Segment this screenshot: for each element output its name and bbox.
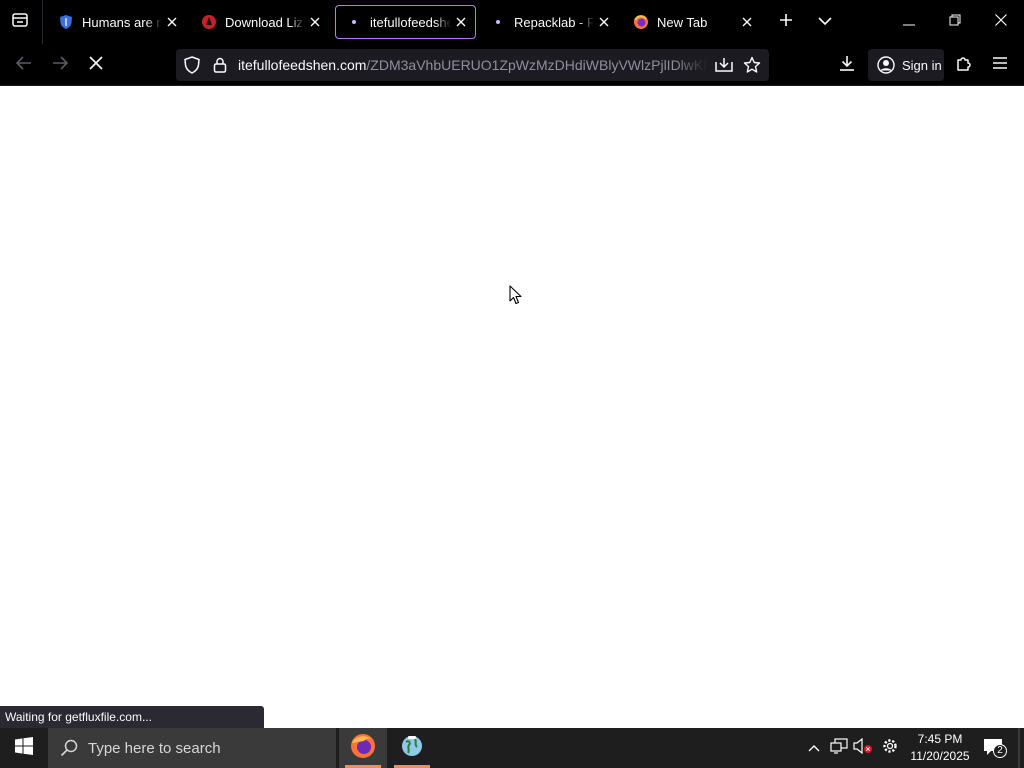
tab-strip-separator: [42, 0, 43, 44]
status-panel: Waiting for getfluxfile.com...: [0, 706, 264, 728]
puzzle-piece-icon: [955, 54, 973, 77]
globe-app-icon: [400, 734, 424, 763]
extensions-button[interactable]: [950, 51, 978, 79]
gear-icon: [881, 737, 899, 760]
loading-dot-icon: [490, 14, 506, 30]
back-button[interactable]: [10, 51, 38, 79]
forward-arrow-icon: [52, 55, 69, 75]
tab-title: Download Lizard: [225, 14, 305, 30]
show-hidden-icons-button[interactable]: [804, 728, 824, 768]
downloads-button[interactable]: [833, 51, 861, 79]
mouse-pointer-icon: [509, 285, 522, 305]
url-path: /ZDM3aVhbUERUO1ZpWzMzDHdiWBlyVWlzPjlIDlw…: [366, 57, 708, 73]
tab-title: itefullofeedshen: [370, 14, 451, 30]
hamburger-menu-icon: [992, 56, 1008, 75]
taskbar-clock[interactable]: 7:45 PM 11/20/2025: [906, 731, 974, 765]
sign-in-button[interactable]: Sign in: [868, 49, 944, 81]
shield-favicon-icon: [58, 14, 74, 30]
app-menu-button[interactable]: [986, 51, 1014, 79]
close-tab-icon[interactable]: [737, 12, 757, 32]
tab-new-tab[interactable]: New Tab: [623, 5, 761, 39]
volume-tray-button[interactable]: [852, 728, 874, 768]
tracking-protection-shield-icon[interactable]: [182, 55, 202, 75]
search-icon: [60, 739, 78, 757]
restore-icon: [949, 13, 961, 31]
firefox-view-button[interactable]: [6, 8, 34, 36]
restore-button[interactable]: [932, 0, 978, 44]
minimize-icon: [903, 13, 915, 31]
close-tab-icon[interactable]: [162, 12, 182, 32]
url-domain: itefullofeedshen.com: [238, 57, 367, 73]
minimize-button[interactable]: [886, 0, 932, 44]
start-button[interactable]: [0, 728, 48, 768]
close-window-button[interactable]: [978, 0, 1024, 44]
install-page-icon[interactable]: [714, 55, 734, 75]
plus-icon: [779, 13, 793, 32]
show-desktop-button[interactable]: [1018, 728, 1020, 768]
network-tray-button[interactable]: [828, 728, 850, 768]
stop-button[interactable]: [82, 51, 110, 79]
stop-icon: [89, 55, 103, 75]
notification-icon: 2: [983, 737, 1007, 759]
chevron-up-icon: [808, 739, 820, 757]
close-icon: [995, 13, 1007, 31]
tab-itefullofeedshen[interactable]: itefullofeedshen: [335, 5, 476, 39]
loading-dot-icon: [346, 14, 362, 30]
volume-muted-icon: [853, 737, 873, 759]
page-content[interactable]: Waiting for getfluxfile.com...: [0, 87, 1024, 728]
back-arrow-icon: [15, 55, 32, 75]
bookmark-star-icon[interactable]: [742, 55, 762, 75]
red-flame-favicon-icon: [201, 14, 217, 30]
search-placeholder: Type here to search: [88, 739, 221, 757]
action-center-button[interactable]: 2: [978, 728, 1012, 768]
tab-title: New Tab: [657, 14, 708, 30]
tab-download-lizard[interactable]: Download Lizard: [191, 5, 329, 39]
chevron-down-icon: [818, 13, 832, 31]
list-all-tabs-button[interactable]: [811, 8, 839, 36]
close-tab-icon[interactable]: [594, 12, 614, 32]
tab-humans-are-not[interactable]: Humans are not: [48, 5, 186, 39]
url-bar[interactable]: itefullofeedshen.com/ZDM3aVhbUERUO1ZpWzM…: [176, 49, 769, 81]
firefox-view-icon: [11, 11, 29, 34]
tab-title: Humans are not: [82, 14, 162, 30]
clock-time: 7:45 PM: [917, 732, 963, 746]
navigation-toolbar: itefullofeedshen.com/ZDM3aVhbUERUO1ZpWzM…: [0, 44, 1024, 86]
url-text[interactable]: itefullofeedshen.com/ZDM3aVhbUERUO1ZpWzM…: [238, 49, 708, 81]
firefox-icon: [350, 733, 376, 764]
new-tab-button[interactable]: [772, 8, 800, 36]
notification-count-badge: 2: [993, 744, 1007, 758]
windows-logo-icon: [15, 736, 33, 760]
taskbar-app-2[interactable]: [388, 728, 436, 768]
sign-in-label: Sign in: [902, 57, 942, 73]
network-icon: [830, 737, 848, 759]
account-icon: [876, 55, 896, 75]
tab-title: Repacklab - Free: [514, 14, 594, 30]
lock-icon[interactable]: [210, 55, 230, 75]
taskbar-firefox-app[interactable]: [339, 728, 387, 768]
close-tab-icon[interactable]: [451, 12, 471, 32]
download-icon: [839, 55, 855, 76]
close-tab-icon[interactable]: [305, 12, 325, 32]
tab-repacklab[interactable]: Repacklab - Free: [480, 5, 618, 39]
forward-button[interactable]: [46, 51, 74, 79]
settings-tray-button[interactable]: [878, 728, 902, 768]
taskbar-search-box[interactable]: Type here to search: [48, 728, 336, 768]
tab-strip: Humans are not Download Lizard itefullof…: [0, 0, 1024, 44]
clock-date: 11/20/2025: [910, 749, 970, 763]
windows-taskbar: Type here to search 7:45 PM 11/20/2025 2: [0, 728, 1024, 768]
firefox-favicon-icon: [633, 14, 649, 30]
